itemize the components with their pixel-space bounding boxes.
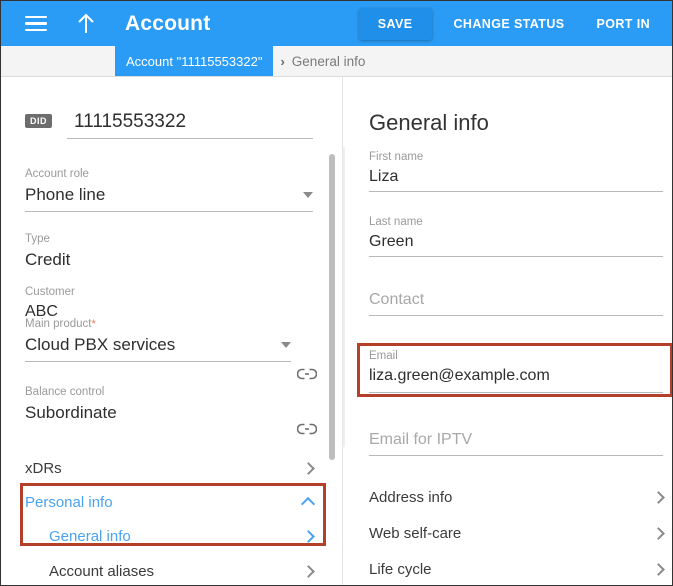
hamburger-menu-icon[interactable] [25,15,47,32]
up-arrow-icon[interactable] [75,12,97,36]
main-product-label-text: Main product [25,318,92,330]
sidebar-item-label: General info [49,527,131,545]
did-badge: DID [25,114,52,128]
required-marker: * [91,318,96,330]
last-name-value: Green [369,233,414,250]
balance-control-value: Subordinate [25,403,117,422]
first-name-underline [369,191,663,192]
chevron-right-icon [302,564,315,578]
right-panel-scroll-track [343,147,345,447]
customer-link-icon[interactable] [297,367,317,381]
email-iptv-placeholder: Email for IPTV [369,431,473,448]
sidebar-item-address-info[interactable]: Address info [369,481,665,513]
balance-control-field: Balance control Subordinate [25,385,313,423]
left-panel-scrollbar-thumb[interactable] [329,154,335,460]
main-product-link-icon[interactable] [297,422,317,436]
account-role-label: Account role [25,168,89,180]
account-role-field[interactable]: Account role Phone line [25,167,313,212]
sidebar-item-label: xDRs [25,459,62,477]
contact-placeholder: Contact [369,291,425,308]
chevron-right-icon [652,526,665,540]
port-in-button[interactable]: PORT IN [587,8,661,40]
breadcrumb: Account "11115553322" › General info [1,46,672,77]
account-editor-window: Account SAVE CHANGE STATUS PORT IN Accou… [0,0,673,586]
chevron-right-icon [652,490,665,504]
sidebar-item-xdrs[interactable]: xDRs [25,451,315,485]
topbar-actions: SAVE CHANGE STATUS PORT IN [358,1,672,46]
general-info-panel: General info First name Liza Last name G… [343,77,672,585]
main-product-field[interactable]: Main product* Cloud PBX services [25,317,313,362]
type-label: Type [25,233,50,245]
change-status-button[interactable]: CHANGE STATUS [444,8,575,40]
save-button[interactable]: SAVE [358,7,432,40]
sidebar-item-life-cycle[interactable]: Life cycle [369,553,665,585]
balance-control-label: Balance control [25,386,105,398]
chevron-right-icon [652,562,665,576]
email-iptv-underline [369,455,663,456]
sidebar-item-label: Life cycle [369,560,432,578]
email-underline [369,392,663,393]
last-name-underline [369,256,663,257]
email-value: liza.green@example.com [369,367,550,384]
sidebar-item-account-aliases[interactable]: Account aliases [49,556,315,585]
main-product-underline [25,361,291,362]
contact-field[interactable]: Contact [369,289,663,316]
sidebar-item-personal-info[interactable]: Personal info [25,486,316,518]
chevron-down-icon[interactable] [303,191,313,198]
sidebar-item-web-self-care[interactable]: Web self-care [369,517,665,549]
did-field[interactable]: DID 11115553322 [25,111,313,139]
email-label: Email [369,350,398,362]
breadcrumb-item-general-info: General info [291,53,366,69]
chevron-right-icon [302,529,315,543]
chevron-down-icon[interactable] [281,341,291,348]
contact-underline [369,315,663,316]
main-product-label: Main product* [25,317,313,331]
sidebar-item-label: Personal info [25,493,113,511]
sidebar-item-label: Account aliases [49,562,155,580]
chevron-right-icon [302,461,315,475]
sidebar-item-label: Address info [369,488,453,506]
type-value: Credit [25,250,71,269]
account-role-underline [25,211,313,212]
last-name-label: Last name [369,216,423,228]
sidebar-item-label: Web self-care [369,524,462,542]
top-app-bar: Account SAVE CHANGE STATUS PORT IN [1,1,672,46]
type-field: Type Credit [25,232,313,270]
account-role-value: Phone line [25,185,106,204]
email-iptv-field[interactable]: Email for IPTV [369,429,663,456]
customer-label: Customer [25,286,75,298]
first-name-field[interactable]: First name Liza [369,150,663,192]
did-underline [67,138,313,139]
did-value: 11115553322 [74,111,187,132]
main-product-value: Cloud PBX services [25,335,176,354]
chevron-right-icon: › [280,53,285,69]
section-title: General info [369,110,489,135]
sidebar-item-general-info[interactable]: General info [49,521,315,551]
account-details-panel: DID 11115553322 Account role Phone line … [1,77,343,585]
chevron-up-icon [300,495,316,512]
page-title: Account [125,11,211,35]
panels-container: DID 11115553322 Account role Phone line … [1,77,672,585]
last-name-field[interactable]: Last name Green [369,215,663,257]
breadcrumb-item-account[interactable]: Account "11115553322" [115,46,274,76]
first-name-value: Liza [369,168,399,185]
first-name-label: First name [369,151,424,163]
email-field[interactable]: Email liza.green@example.com [369,349,663,393]
